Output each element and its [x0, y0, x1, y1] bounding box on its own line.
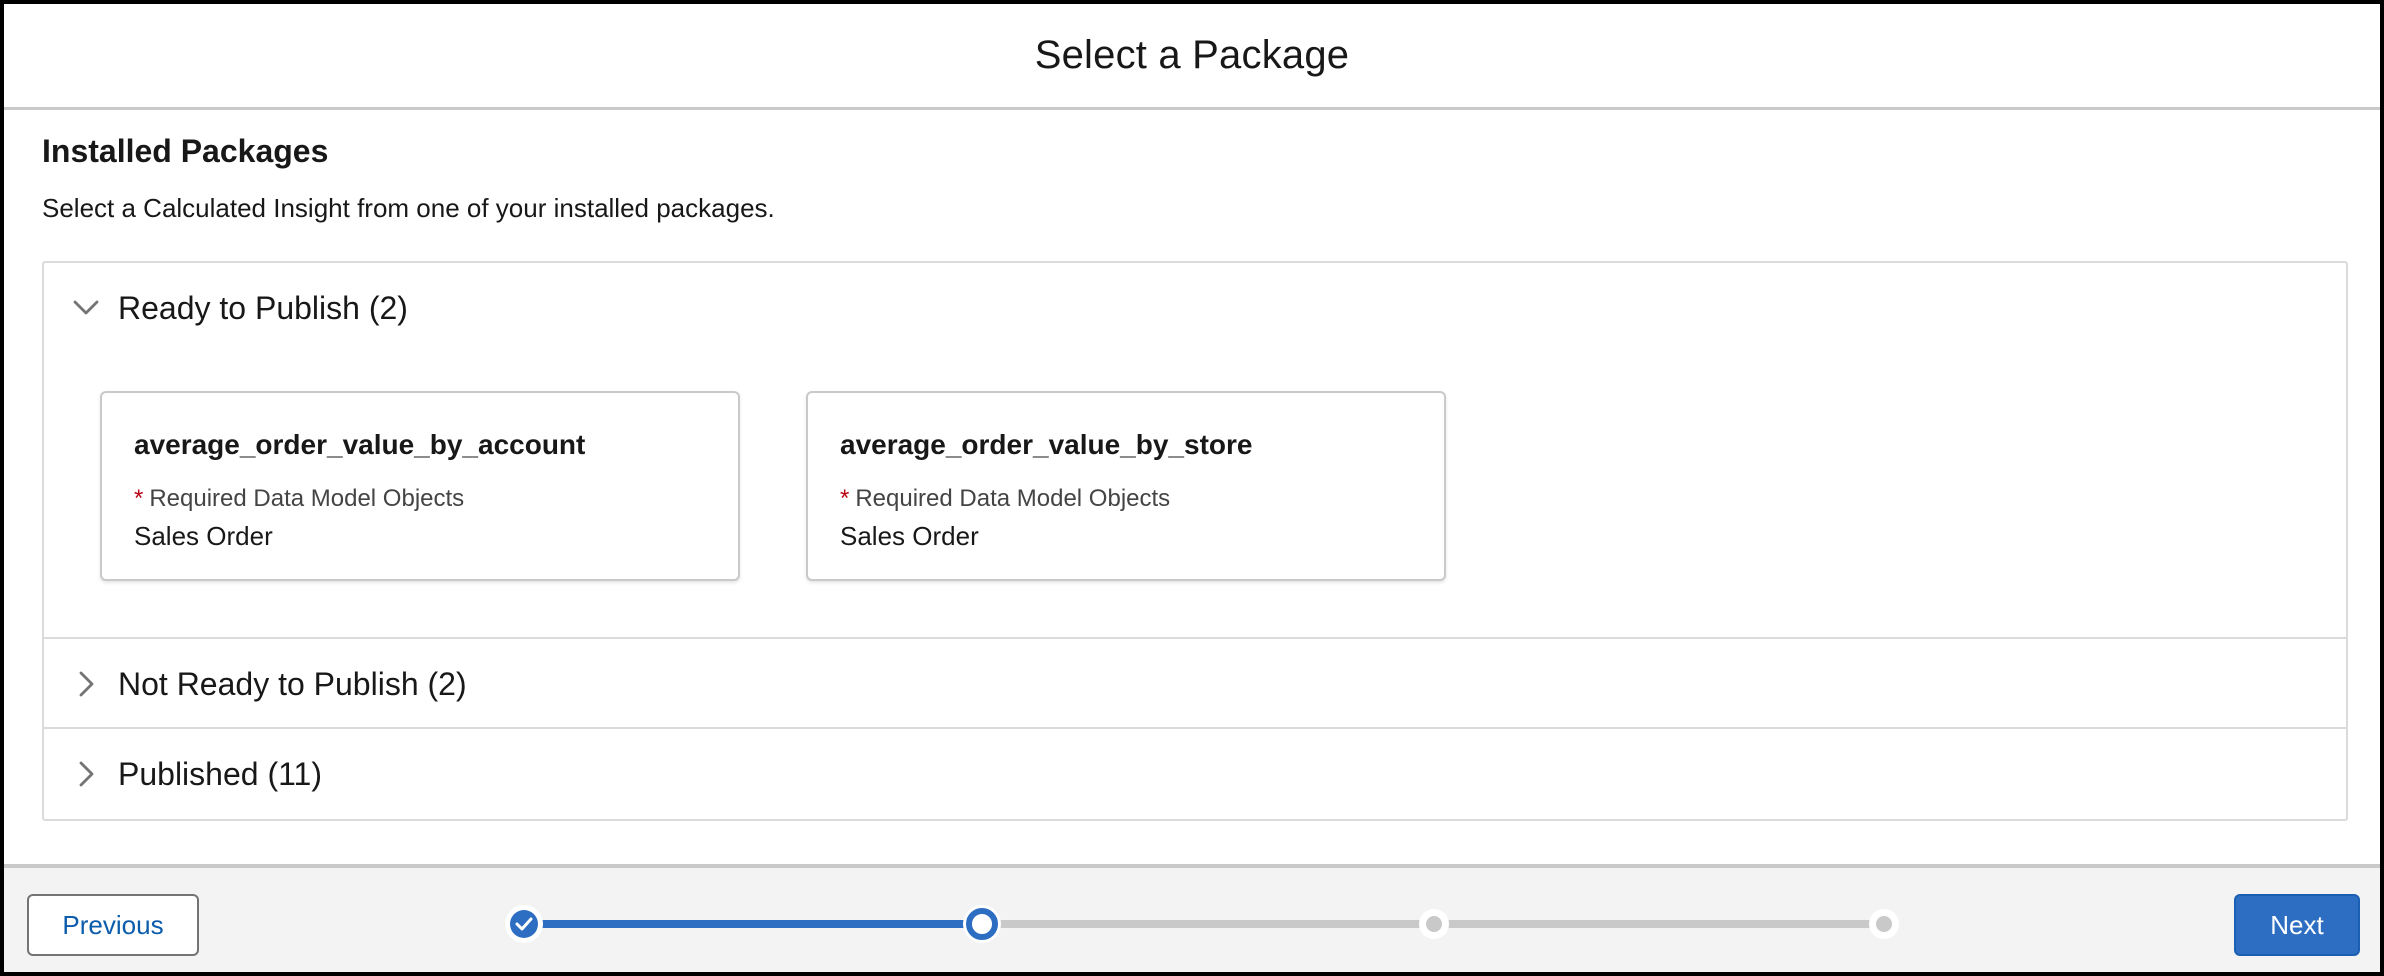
modal-footer: Previous Next: [4, 864, 2380, 972]
required-objects-value: Sales Order: [134, 521, 273, 551]
accordion-section-published: Published (11): [44, 729, 2346, 819]
card-title: average_order_value_by_store: [840, 429, 1253, 460]
next-button[interactable]: Next: [2234, 894, 2360, 956]
accordion-label-ready: Ready to Publish (2): [118, 289, 408, 326]
progress-indicator: [505, 905, 1899, 943]
modal: Select a Package Installed Packages Sele…: [0, 0, 2384, 976]
section-description: Select a Calculated Insight from one of …: [42, 193, 775, 223]
accordion-header-not-ready[interactable]: Not Ready to Publish (2): [44, 639, 2346, 729]
required-objects-label: * Required Data Model Objects: [134, 485, 738, 513]
progress-step-1-completed[interactable]: [505, 905, 543, 943]
accordion-label-not-ready: Not Ready to Publish (2): [118, 665, 467, 702]
progress-step-3-upcoming[interactable]: [1419, 909, 1449, 939]
card-list: average_order_value_by_account * Required…: [100, 391, 1446, 581]
progress-step-2-current[interactable]: [963, 905, 1001, 943]
required-star: *: [134, 485, 144, 512]
accordion-header-ready[interactable]: Ready to Publish (2): [44, 263, 2346, 353]
required-objects-text: Required Data Model Objects: [855, 485, 1171, 512]
package-accordion: Ready to Publish (2) average_order_value…: [42, 261, 2348, 821]
card-title: average_order_value_by_account: [134, 429, 586, 460]
accordion-section-ready: Ready to Publish (2) average_order_value…: [44, 263, 2346, 639]
progress-step-4-upcoming[interactable]: [1869, 909, 1899, 939]
required-star: *: [840, 485, 850, 512]
accordion-label-published: Published (11): [118, 755, 322, 792]
chevron-right-icon: [66, 754, 106, 794]
required-objects-label: * Required Data Model Objects: [840, 485, 1444, 513]
accordion-header-published[interactable]: Published (11): [44, 729, 2346, 819]
package-card[interactable]: average_order_value_by_store * Required D…: [806, 391, 1446, 581]
accordion-section-not-ready: Not Ready to Publish (2): [44, 639, 2346, 729]
section-title: Installed Packages: [42, 133, 329, 169]
required-objects-text: Required Data Model Objects: [149, 485, 465, 512]
modal-title: Select a Package: [1034, 33, 1350, 77]
modal-header: Select a Package: [4, 4, 2380, 110]
required-objects-value: Sales Order: [840, 521, 979, 551]
chevron-right-icon: [66, 664, 106, 704]
package-card[interactable]: average_order_value_by_account * Required…: [100, 391, 740, 581]
chevron-down-icon: [66, 288, 106, 328]
modal-body: Installed Packages Select a Calculated I…: [4, 113, 2380, 868]
